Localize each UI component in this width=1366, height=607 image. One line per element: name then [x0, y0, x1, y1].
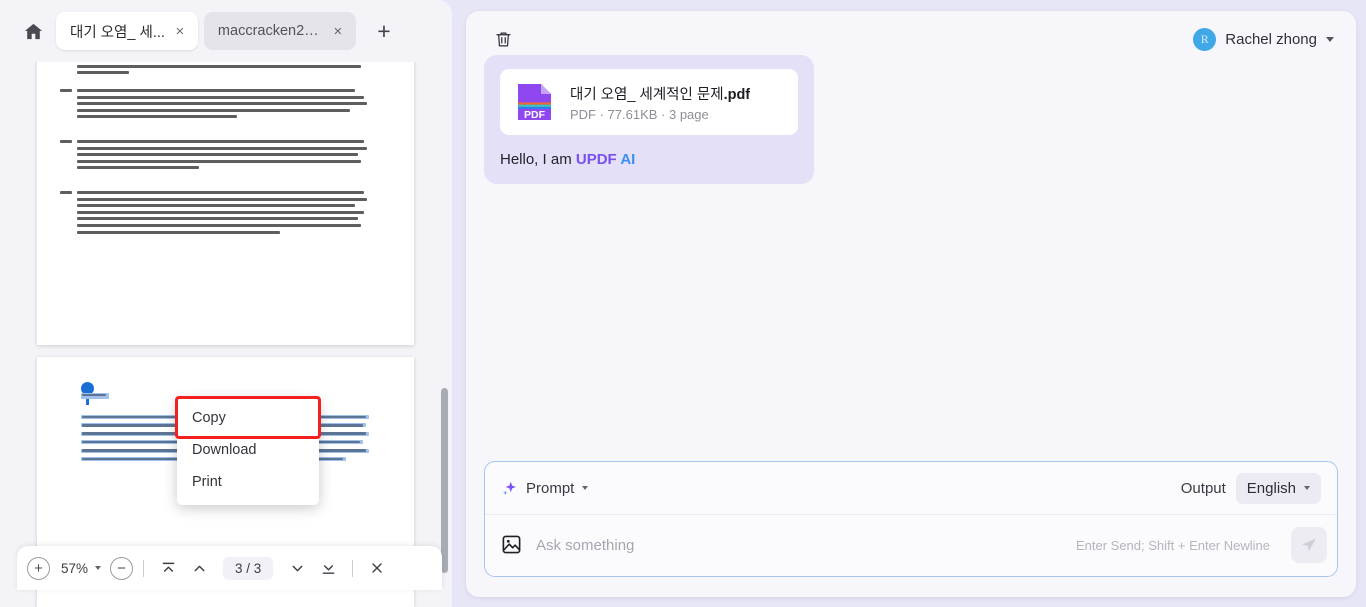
ai-chat-panel: R Rachel zhong PDF 대기 오염_ 세계적인 문제.pdf PD…: [466, 11, 1356, 597]
tab-document-1[interactable]: 대기 오염_ 세... ×: [56, 12, 198, 50]
context-menu-item-print[interactable]: Print: [177, 466, 319, 498]
toolbar-divider: [143, 559, 145, 577]
app-root: Copy Download Print + 57% − 3 / 3 대기 오염_…: [0, 0, 1366, 607]
pdf-viewer-panel: Copy Download Print + 57% − 3 / 3 대기 오염_…: [0, 0, 452, 607]
output-label: Output: [1180, 479, 1226, 497]
next-page-icon[interactable]: [283, 554, 311, 582]
output-language-value: English: [1246, 479, 1296, 497]
greeting-prefix: Hello, I am: [500, 151, 576, 168]
user-name: Rachel zhong: [1225, 30, 1317, 48]
file-meta: 대기 오염_ 세계적인 문제.pdf PDF · 77.61KB · 3 pag…: [570, 83, 750, 122]
document-scrollbar[interactable]: [441, 388, 448, 573]
input-hint: Enter Send; Shift + Enter Newline: [1075, 537, 1270, 553]
send-icon: [1302, 538, 1316, 552]
pdf-file-icon: PDF: [518, 84, 551, 121]
document-page-previous: [37, 54, 414, 345]
context-menu-item-download[interactable]: Download: [177, 434, 319, 466]
trash-icon[interactable]: [488, 24, 518, 54]
paragraph: [60, 191, 367, 237]
selected-heading: [81, 393, 109, 403]
toolbar-divider-2: [352, 559, 354, 577]
tab-bar: 대기 오염_ 세... × maccracken2_... × +: [0, 0, 452, 62]
page-text-content: [37, 54, 414, 345]
context-menu-copy-label: Copy: [192, 410, 226, 426]
prompt-composer: Prompt Output English Ask something Ente…: [484, 461, 1338, 577]
pdf-bottom-toolbar: + 57% − 3 / 3: [17, 546, 442, 590]
tab-document-2-label: maccracken2_...: [217, 23, 323, 39]
composer-input-row: Enter Send; Shift + Enter Newline: [485, 515, 1337, 575]
greeting-text: Hello, I am UPDF AI: [500, 151, 798, 168]
language-chevron-down-icon[interactable]: [1304, 486, 1310, 490]
new-tab-icon[interactable]: +: [368, 15, 400, 47]
paragraph: [60, 140, 367, 173]
file-name-extension: .pdf: [723, 86, 751, 103]
previous-page-icon[interactable]: [185, 554, 213, 582]
zoom-level-value[interactable]: 57%: [61, 561, 88, 576]
zoom-out-button[interactable]: −: [110, 556, 134, 580]
page-indicator[interactable]: 3 / 3: [223, 556, 274, 580]
zoom-in-button[interactable]: +: [27, 556, 50, 580]
file-meta-info: PDF · 77.61KB · 3 page: [570, 106, 709, 122]
tab-document-2-close-icon[interactable]: ×: [329, 22, 347, 40]
context-menu-download-label: Download: [192, 442, 257, 458]
tab-document-2[interactable]: maccracken2_... ×: [203, 12, 356, 50]
last-page-icon[interactable]: [314, 554, 342, 582]
prompt-chevron-down-icon[interactable]: [582, 486, 589, 490]
svg-text:PDF: PDF: [524, 109, 546, 121]
close-toolbar-icon[interactable]: [363, 554, 391, 582]
attached-file-card[interactable]: PDF 대기 오염_ 세계적인 문제.pdf PDF · 77.61KB · 3…: [500, 69, 798, 135]
paragraph: [60, 89, 367, 122]
sparkle-icon: [503, 481, 516, 495]
document-scroll-area[interactable]: [0, 48, 452, 607]
ask-input[interactable]: [536, 515, 1063, 575]
tab-document-1-close-icon[interactable]: ×: [171, 22, 189, 40]
zoom-out-label: −: [117, 559, 126, 577]
output-language-select[interactable]: English: [1235, 472, 1321, 504]
tab-document-1-label: 대기 오염_ 세...: [70, 24, 165, 41]
zoom-dropdown-caret-icon[interactable]: [95, 566, 102, 570]
context-menu-print-label: Print: [192, 474, 222, 490]
first-page-icon[interactable]: [154, 554, 182, 582]
send-button[interactable]: [1291, 527, 1327, 563]
prompt-label: Prompt: [526, 479, 575, 497]
image-icon[interactable]: [501, 534, 523, 556]
file-name: 대기 오염_ 세계적인 문제.pdf: [570, 83, 750, 104]
composer-toolbar: Prompt Output English: [485, 462, 1337, 515]
context-menu-item-copy[interactable]: Copy: [177, 402, 319, 434]
brand-ai: AI: [616, 151, 636, 168]
context-menu[interactable]: Copy Download Print: [177, 398, 319, 505]
file-name-base: 대기 오염_ 세계적인 문제: [570, 86, 724, 103]
assistant-message-bubble: PDF 대기 오염_ 세계적인 문제.pdf PDF · 77.61KB · 3…: [484, 55, 814, 184]
zoom-in-label: +: [34, 559, 43, 577]
chevron-down-icon[interactable]: [1326, 36, 1334, 42]
home-icon[interactable]: [16, 14, 50, 48]
prompt-button[interactable]: Prompt: [501, 480, 594, 497]
avatar: R: [1193, 27, 1217, 51]
brand-updf: UPDF: [575, 151, 617, 168]
user-menu[interactable]: R Rachel zhong: [1193, 27, 1334, 51]
